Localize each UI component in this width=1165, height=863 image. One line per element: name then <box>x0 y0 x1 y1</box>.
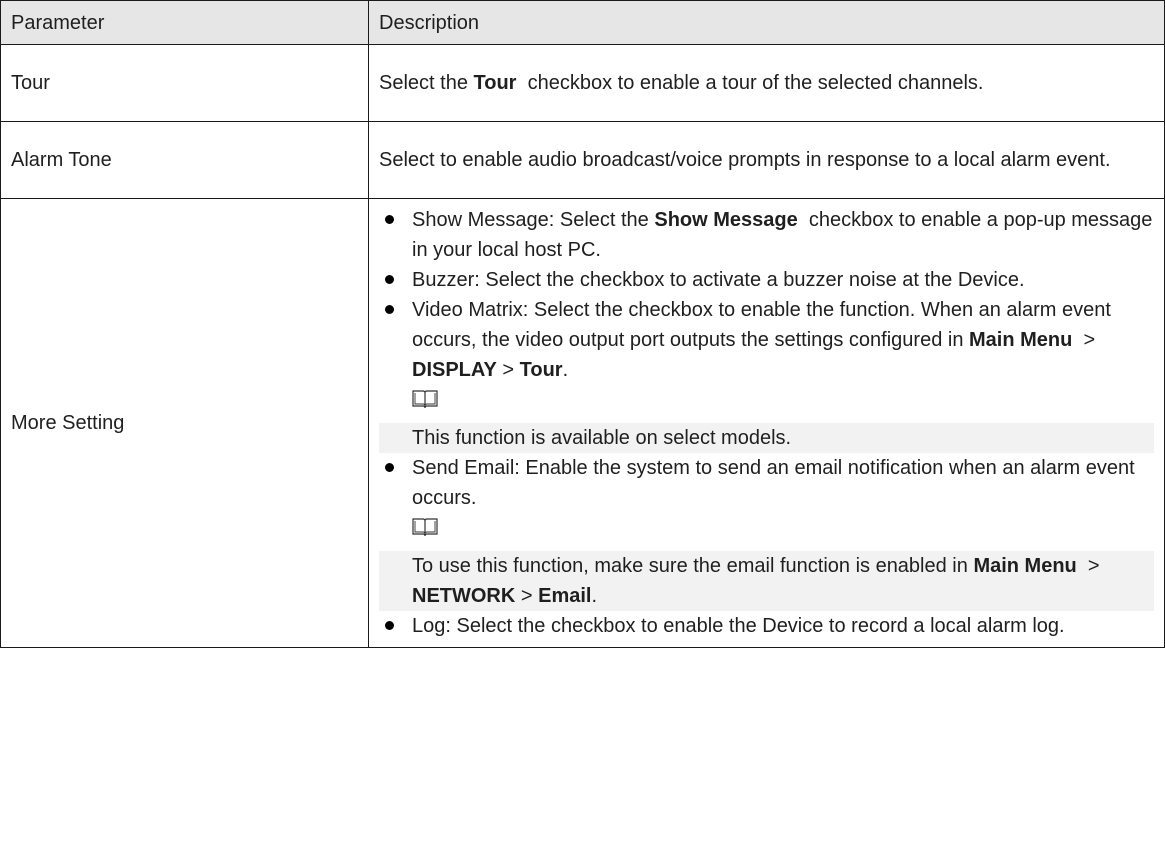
bullet-icon <box>385 305 394 314</box>
send-email-sep-1: > <box>1076 555 1106 577</box>
table-row-alarm-tone: Alarm Tone Select to enable audio broadc… <box>0 121 1165 199</box>
desc-more-setting: Show Message: Select the Show Message ch… <box>368 198 1165 648</box>
desc-tour-text-pre: Select the <box>379 72 474 94</box>
list-item-show-message: Show Message: Select the Show Message ch… <box>379 205 1154 265</box>
buzzer-text: Buzzer: Select the checkbox to activate … <box>412 269 1025 291</box>
bullet-icon <box>385 463 394 472</box>
log-text: Log: Select the checkbox to enable the D… <box>412 615 1065 637</box>
send-email-path-1: Main Menu <box>973 555 1077 577</box>
param-more-setting: More Setting <box>0 198 369 648</box>
desc-tour-bold: Tour <box>473 72 517 94</box>
more-setting-list: Show Message: Select the Show Message ch… <box>379 205 1154 641</box>
video-matrix-sep-1: > <box>1072 329 1101 351</box>
desc-alarm-tone: Select to enable audio broadcast/voice p… <box>368 121 1165 199</box>
video-matrix-sep-2: > <box>496 359 520 381</box>
desc-tour: Select the Tour checkbox to enable a tou… <box>368 44 1165 122</box>
param-tour: Tour <box>0 44 369 122</box>
show-message-pre: Show Message: Select the <box>412 209 655 231</box>
table-row-more-setting: More Setting Show Message: Select the Sh… <box>0 198 1165 648</box>
send-email-path-3: Email <box>538 585 592 607</box>
send-email-text: Send Email: Enable the system to send an… <box>412 457 1135 509</box>
send-email-note-pre: To use this function, make sure the emai… <box>412 555 974 577</box>
param-alarm-tone: Alarm Tone <box>0 121 369 199</box>
video-matrix-note: This function is available on select mod… <box>379 423 1154 453</box>
video-matrix-path-1: Main Menu <box>969 329 1073 351</box>
send-email-note: To use this function, make sure the emai… <box>379 551 1154 611</box>
table-header-row: Parameter Description <box>0 0 1165 45</box>
list-item-video-matrix: Video Matrix: Select the checkbox to ena… <box>379 295 1154 453</box>
list-item-send-email: Send Email: Enable the system to send an… <box>379 453 1154 611</box>
header-parameter: Parameter <box>0 0 369 45</box>
video-matrix-path-2: DISPLAY <box>412 359 497 381</box>
bullet-icon <box>385 215 394 224</box>
book-note-icon-svg <box>412 518 438 537</box>
table-row-tour: Tour Select the Tour checkbox to enable … <box>0 44 1165 122</box>
list-item-log: Log: Select the checkbox to enable the D… <box>379 611 1154 641</box>
send-email-path-2: NETWORK <box>412 585 516 607</box>
book-note-icon <box>412 385 1154 415</box>
book-note-icon-svg <box>412 390 438 409</box>
bullet-icon <box>385 621 394 630</box>
bullet-icon <box>385 275 394 284</box>
book-note-icon <box>412 513 1154 543</box>
show-message-bold: Show Message <box>654 209 798 231</box>
header-description: Description <box>368 0 1165 45</box>
desc-tour-text-post: checkbox to enable a tour of the selecte… <box>516 72 984 94</box>
video-matrix-path-3: Tour <box>519 359 563 381</box>
list-item-buzzer: Buzzer: Select the checkbox to activate … <box>379 265 1154 295</box>
send-email-end: . <box>591 585 598 607</box>
parameter-table: Parameter Description Tour Select the To… <box>0 0 1165 648</box>
video-matrix-end: . <box>562 359 569 381</box>
send-email-sep-2: > <box>515 585 539 607</box>
